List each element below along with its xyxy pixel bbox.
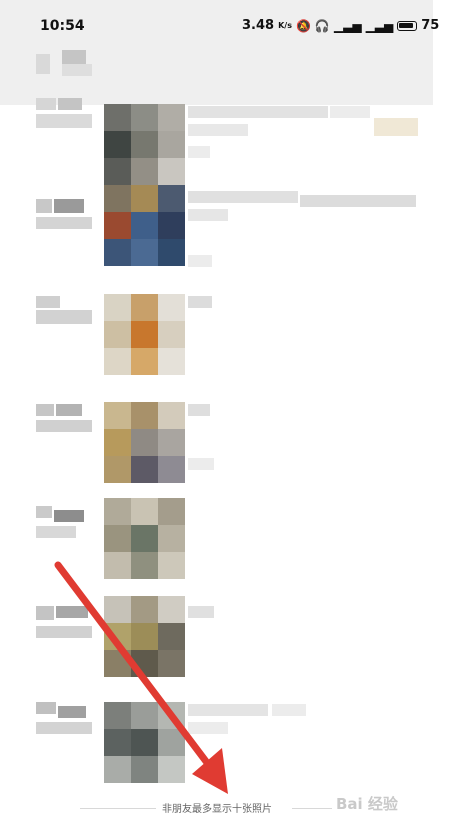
divider-right — [292, 808, 332, 809]
blurred-date — [36, 404, 92, 438]
footer-notice: 非朋友最多显示十张照片 — [162, 804, 272, 815]
list-item[interactable] — [0, 592, 455, 692]
blurred-date — [36, 98, 92, 132]
blurred-text — [188, 606, 214, 618]
status-time: 10:54 — [40, 18, 85, 34]
blurred-text — [188, 124, 248, 136]
blurred-text — [272, 704, 306, 716]
net-speed: 3.48 — [242, 18, 275, 33]
list-item[interactable] — [0, 398, 455, 498]
list-item[interactable] — [0, 185, 455, 285]
blurred-text — [188, 146, 210, 158]
battery-level: 75 — [421, 18, 440, 33]
blurred-date — [36, 199, 92, 233]
blurred-text — [188, 209, 228, 221]
list-item[interactable] — [0, 90, 455, 190]
photo-thumbnail[interactable] — [104, 702, 186, 784]
blurred-text — [188, 458, 214, 470]
signal-icon: ▁▃▅ — [365, 18, 394, 33]
list-item[interactable] — [0, 698, 455, 798]
blurred-text — [188, 404, 210, 416]
photo-thumbnail[interactable] — [104, 185, 186, 267]
blurred-text — [188, 704, 268, 716]
blurred-text — [188, 191, 298, 203]
blurred-text — [188, 296, 212, 308]
photo-thumbnail[interactable] — [104, 402, 186, 484]
signal-icon: ▁▃▅ — [333, 18, 362, 33]
list-item[interactable] — [0, 496, 455, 596]
blurred-text — [188, 106, 328, 118]
photo-thumbnail[interactable] — [104, 498, 186, 580]
blurred-date — [36, 702, 92, 736]
blurred-text — [374, 118, 418, 136]
blurred-title — [36, 50, 96, 78]
status-indicators: 3.48 K/s 🔕 🎧 ▁▃▅ ▁▃▅ 75 — [242, 18, 439, 33]
list-item[interactable] — [0, 292, 455, 392]
photo-thumbnail[interactable] — [104, 294, 186, 376]
watermark: Bai 经验 — [336, 795, 398, 813]
mute-icon: 🔕 — [295, 18, 311, 33]
blurred-text — [300, 195, 416, 207]
blurred-text — [330, 106, 370, 118]
headphones-icon: 🎧 — [314, 18, 330, 33]
blurred-date — [36, 606, 92, 640]
blurred-text — [188, 722, 228, 734]
photo-thumbnail[interactable] — [104, 104, 186, 186]
blurred-date — [36, 296, 92, 330]
blurred-date — [36, 506, 92, 540]
photo-thumbnail[interactable] — [104, 596, 186, 678]
net-speed-unit: K/s — [278, 21, 292, 30]
blurred-text — [188, 255, 212, 267]
battery-icon — [397, 20, 418, 31]
divider-left — [80, 808, 156, 809]
